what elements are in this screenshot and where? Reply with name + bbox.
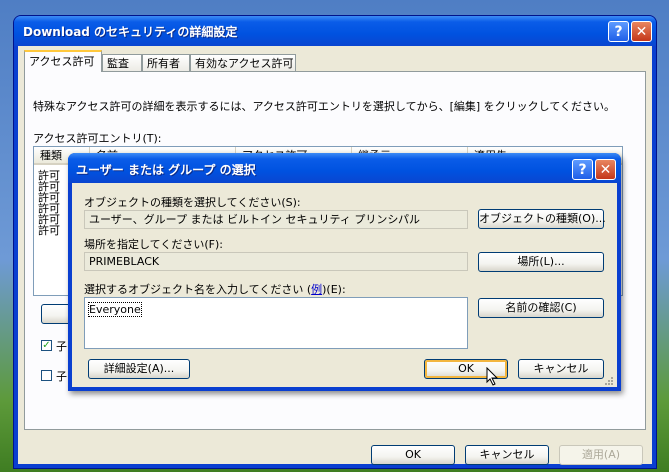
location-label: 場所を指定してください(F):	[84, 238, 223, 251]
apply-button[interactable]: 適用(A)	[559, 445, 643, 465]
ok-button[interactable]: OK	[371, 445, 455, 465]
object-types-button[interactable]: オブジェクトの種類(O)...	[478, 209, 606, 229]
inherit-checkbox-label: 子	[56, 340, 67, 353]
select-users-groups-dialog: ユーザー または グループ の選択 ? ✕ オブジェクトの種類を選択してください…	[68, 153, 621, 391]
dialog-title: ユーザー または グループ の選択	[76, 163, 256, 177]
mouse-cursor-icon	[486, 367, 499, 386]
help-icon[interactable]: ?	[608, 21, 629, 42]
dialog-help-icon[interactable]: ?	[572, 159, 593, 180]
object-names-label-suffix: )(E):	[322, 283, 346, 296]
dialog-close-icon[interactable]: ✕	[595, 159, 616, 180]
dialog-cancel-button[interactable]: キャンセル	[518, 359, 604, 379]
object-type-field: ユーザー、グループ または ビルトイン セキュリティ プリンシパル	[84, 210, 468, 229]
tab-auditing[interactable]: 監査	[102, 54, 142, 71]
object-name-value: Everyone	[88, 302, 142, 317]
dialog-title-bar[interactable]: ユーザー または グループ の選択 ? ✕	[68, 153, 621, 183]
table-row[interactable]: 許可	[38, 222, 60, 238]
cancel-button[interactable]: キャンセル	[465, 445, 549, 465]
location-field: PRIMEBLACK	[84, 252, 468, 271]
close-icon[interactable]: ✕	[631, 21, 652, 42]
object-names-label: 選択するオブジェクト名を入力してください (例)(E):	[84, 281, 346, 297]
window-title-bar[interactable]: Download のセキュリティの詳細設定 ? ✕	[14, 16, 656, 46]
check-names-button[interactable]: 名前の確認(C)	[478, 298, 604, 318]
object-type-label: オブジェクトの種類を選択してください(S):	[84, 196, 301, 209]
tab-permissions[interactable]: アクセス許可	[24, 50, 102, 72]
entries-label: アクセス許可エントリ(T):	[33, 132, 162, 145]
add-button-partial[interactable]	[41, 304, 71, 324]
instruction-text: 特殊なアクセス許可の詳細を表示するには、アクセス許可エントリを選択してから、[編…	[33, 100, 615, 113]
tab-effective-permissions[interactable]: 有効なアクセス許可	[190, 54, 296, 71]
resize-grip-icon[interactable]	[603, 375, 615, 387]
object-names-label-text: 選択するオブジェクト名を入力してください (	[84, 283, 312, 296]
replace-checkbox-label: 子	[56, 370, 67, 383]
tab-owner[interactable]: 所有者	[142, 54, 190, 71]
replace-checkbox[interactable]	[41, 370, 52, 381]
object-names-input[interactable]: Everyone	[84, 297, 468, 349]
advanced-button[interactable]: 詳細設定(A)...	[88, 359, 190, 379]
window-title: Download のセキュリティの詳細設定	[23, 25, 238, 39]
locations-button[interactable]: 場所(L)...	[478, 252, 604, 272]
dialog-client-area: オブジェクトの種類を選択してください(S): ユーザー、グループ または ビルト…	[72, 183, 617, 387]
examples-link[interactable]: 例	[311, 283, 322, 296]
inherit-checkbox[interactable]: ✓	[41, 340, 52, 351]
